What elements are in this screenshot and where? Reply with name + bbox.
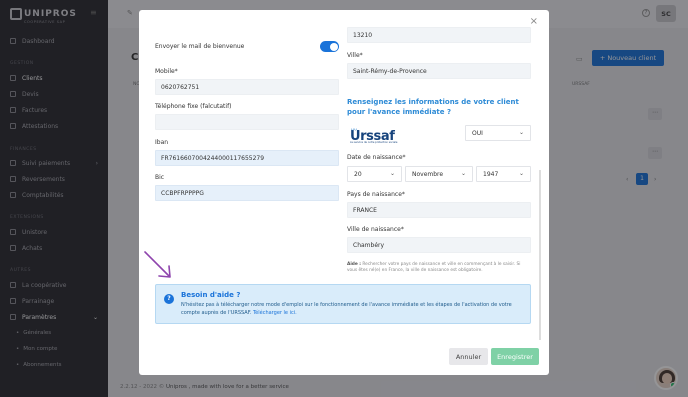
save-button[interactable]: Enregistrer (491, 348, 539, 365)
birth-help-text: Aide : Rechercher votre pays de naissanc… (347, 262, 521, 273)
help-text: N'hésitez pas à télécharger notre mode d… (181, 302, 512, 316)
dob-month-select[interactable]: Novembre ⌄ (405, 166, 473, 182)
birth-city-label: Ville de naissance* (347, 226, 404, 233)
download-guide-link[interactable]: Télécharger le ici. (253, 310, 297, 316)
birth-country-input[interactable]: FRANCE (347, 202, 531, 218)
city-label: Ville* (347, 52, 363, 59)
phone-input[interactable] (155, 114, 339, 130)
iban-input[interactable]: FR7616607004244000117655279 (155, 150, 339, 166)
client-modal: × Envoyer le mail de bienvenue Mobile* 0… (139, 10, 549, 375)
question-icon: ? (164, 294, 174, 304)
chevron-down-icon: ⌄ (389, 170, 395, 177)
mobile-label: Mobile* (155, 68, 178, 75)
city-input[interactable]: Saint-Rémy-de-Provence (347, 63, 531, 79)
bic-input[interactable]: CCBPFRPPPPG (155, 185, 339, 201)
welcome-email-toggle[interactable] (320, 41, 339, 52)
chevron-down-icon: ⌄ (518, 129, 524, 136)
immediate-advance-select[interactable]: OUI ⌄ (465, 125, 531, 141)
help-box: ? Besoin d'aide ? N'hésitez pas à téléch… (155, 284, 531, 324)
chevron-down-icon: ⌄ (518, 170, 524, 177)
birth-city-input[interactable]: Chambéry (347, 237, 531, 253)
cancel-button[interactable]: Annuler (449, 348, 488, 365)
postal-code-input[interactable]: 13210 (347, 27, 531, 43)
birth-country-label: Pays de naissance* (347, 191, 405, 198)
welcome-email-label: Envoyer le mail de bienvenue (155, 43, 245, 50)
chevron-down-icon: ⌄ (460, 170, 466, 177)
close-icon[interactable]: × (530, 16, 538, 27)
urssaf-logo: 〰 Urssaf Au service de notre protection so… (350, 127, 398, 144)
iban-label: Iban (155, 139, 169, 146)
modal-scrollbar[interactable] (539, 170, 541, 340)
dob-label: Date de naissance* (347, 154, 406, 161)
dob-year-select[interactable]: 1947 ⌄ (476, 166, 531, 182)
dob-day-select[interactable]: 20 ⌄ (347, 166, 402, 182)
mobile-input[interactable]: 0620762751 (155, 79, 339, 95)
annotation-arrow (144, 251, 171, 278)
help-title: Besoin d'aide ? (181, 291, 241, 299)
immediate-advance-question: Renseignez les informations de votre cli… (347, 98, 519, 116)
phone-label: Téléphone fixe (falcutatif) (155, 103, 232, 110)
bic-label: Bic (155, 174, 165, 181)
